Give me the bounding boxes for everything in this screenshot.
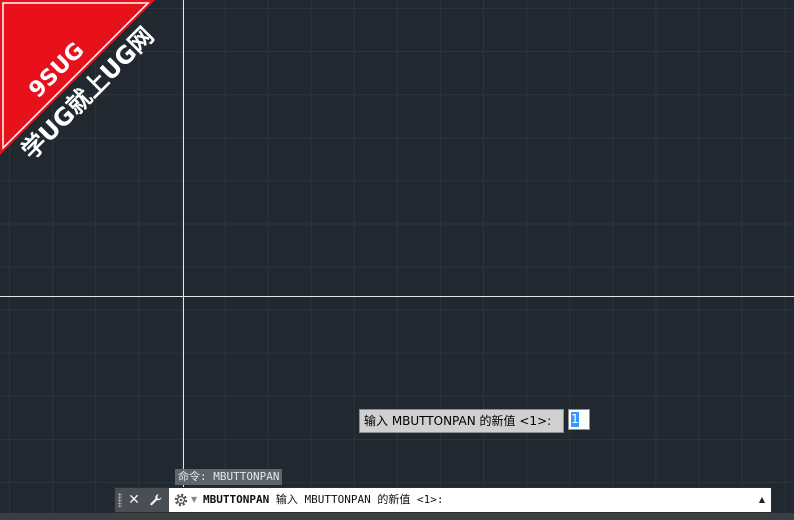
chevron-down-icon[interactable]: ▼ [191,492,197,508]
dynamic-input-field[interactable]: 1 [568,409,590,430]
status-strip [0,513,794,520]
command-input[interactable]: MBUTTONPAN 输入 MBUTTONPAN 的新值 <1>: [203,488,443,512]
triangle-up-icon[interactable]: ▲ [757,492,767,508]
dynamic-input-prompt: 输入 MBUTTONPAN 的新值 <1>: [359,409,564,433]
command-name: MBUTTONPAN [203,493,270,506]
drag-grip-icon[interactable] [118,493,122,507]
crosshair-horizontal-line [0,296,794,297]
close-icon[interactable]: ✕ [125,490,143,510]
command-history-line: 命令: MBUTTONPAN [175,469,283,485]
watermark-banner: 9SUG 学UG就上UG网 [0,0,160,165]
wrench-icon[interactable] [147,490,165,510]
gear-icon[interactable] [172,491,190,509]
command-line-toolbar: ✕ [115,488,169,512]
command-line: ✕ ▼ MBUTTONPAN 输入 MBUTTONPAN 的新值 <1>: ▲ [114,487,772,513]
command-prompt: 输入 MBUTTONPAN 的新值 <1>: [269,493,444,506]
dynamic-input-value: 1 [571,412,579,427]
crosshair-vertical-line [183,0,184,488]
